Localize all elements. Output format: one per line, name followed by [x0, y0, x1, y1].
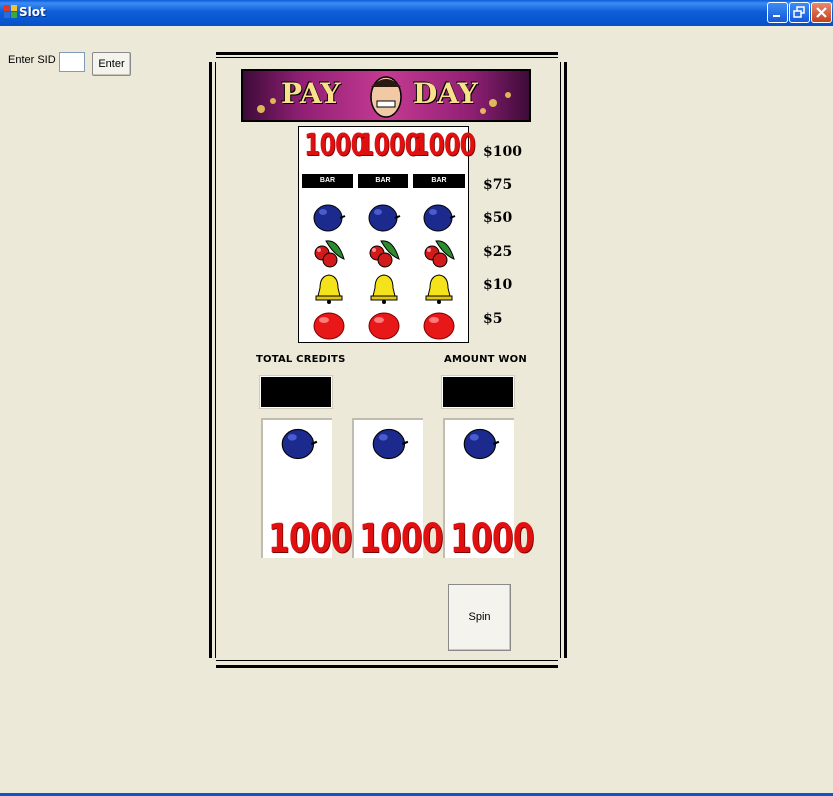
frame-bottom-line-thin [216, 660, 558, 661]
payout-row-2: $75 [483, 177, 513, 193]
payout-row-3: $50 [483, 210, 513, 226]
paytable-1000-1: 1000 [304, 128, 367, 163]
plum-icon [423, 204, 456, 232]
banner-right-text: DAY [413, 77, 478, 110]
banner-left-text: PAY [281, 77, 341, 110]
cherry-icon [369, 240, 400, 268]
bell-icon [425, 274, 453, 304]
bell-icon [370, 274, 398, 304]
reel-3: 1000 [443, 418, 534, 562]
enter-button[interactable]: Enter [92, 52, 131, 76]
plum-icon [463, 428, 500, 460]
orange-icon [423, 312, 455, 340]
plum-icon [281, 428, 318, 460]
reel-1: 1000 [261, 418, 352, 562]
orange-icon [368, 312, 400, 340]
window-title: Slot [19, 5, 46, 19]
orange-icon [313, 312, 345, 340]
amount-won-label: AMOUNT WON [444, 354, 527, 365]
payout-row-5: $10 [483, 277, 513, 293]
payday-banner: PAY DAY [241, 69, 531, 122]
title-bar [0, 0, 833, 26]
restore-icon [793, 6, 805, 18]
frame-top-line-thin [216, 57, 558, 58]
frame-bottom-line [216, 665, 558, 668]
paytable-1000-3: 1000 [413, 128, 476, 163]
reel-1-bottom: 1000 [268, 516, 352, 562]
paytable-bar-1: BAR [302, 174, 353, 188]
spin-button[interactable]: Spin [448, 584, 511, 651]
minimize-icon [773, 15, 780, 17]
app-icon [4, 5, 17, 18]
sid-label: Enter SID [8, 54, 56, 66]
bell-icon [315, 274, 343, 304]
paytable-bar-2: BAR [358, 174, 408, 188]
plum-icon [368, 204, 401, 232]
close-button[interactable] [811, 2, 832, 23]
total-credits-label: TOTAL CREDITS [256, 354, 346, 365]
frame-left-line-thin [215, 62, 216, 658]
reel-2: 1000 [352, 418, 443, 562]
payout-row-6: $5 [483, 311, 503, 327]
restore-button[interactable] [789, 2, 810, 23]
cherry-icon [314, 240, 345, 268]
payout-row-1: $100 [483, 144, 522, 160]
frame-top-line [216, 52, 558, 55]
close-icon [816, 7, 827, 18]
total-credits-display [260, 376, 332, 408]
cherry-icon [424, 240, 455, 268]
paytable-bar-3: BAR [413, 174, 465, 188]
sid-input[interactable] [59, 52, 85, 72]
minimize-button[interactable] [767, 2, 788, 23]
reel-2-bottom: 1000 [359, 516, 443, 562]
payout-row-4: $25 [483, 244, 513, 260]
frame-left-line [209, 62, 212, 658]
paytable-1000-2: 1000 [358, 128, 421, 163]
plum-icon [372, 428, 409, 460]
paytable: 1000 1000 1000 BAR BAR BAR [298, 126, 476, 343]
plum-icon [313, 204, 346, 232]
reel-3-bottom: 1000 [450, 516, 534, 562]
amount-won-display [442, 376, 514, 408]
frame-right-line [564, 62, 567, 658]
frame-right-line-thin [560, 62, 561, 658]
